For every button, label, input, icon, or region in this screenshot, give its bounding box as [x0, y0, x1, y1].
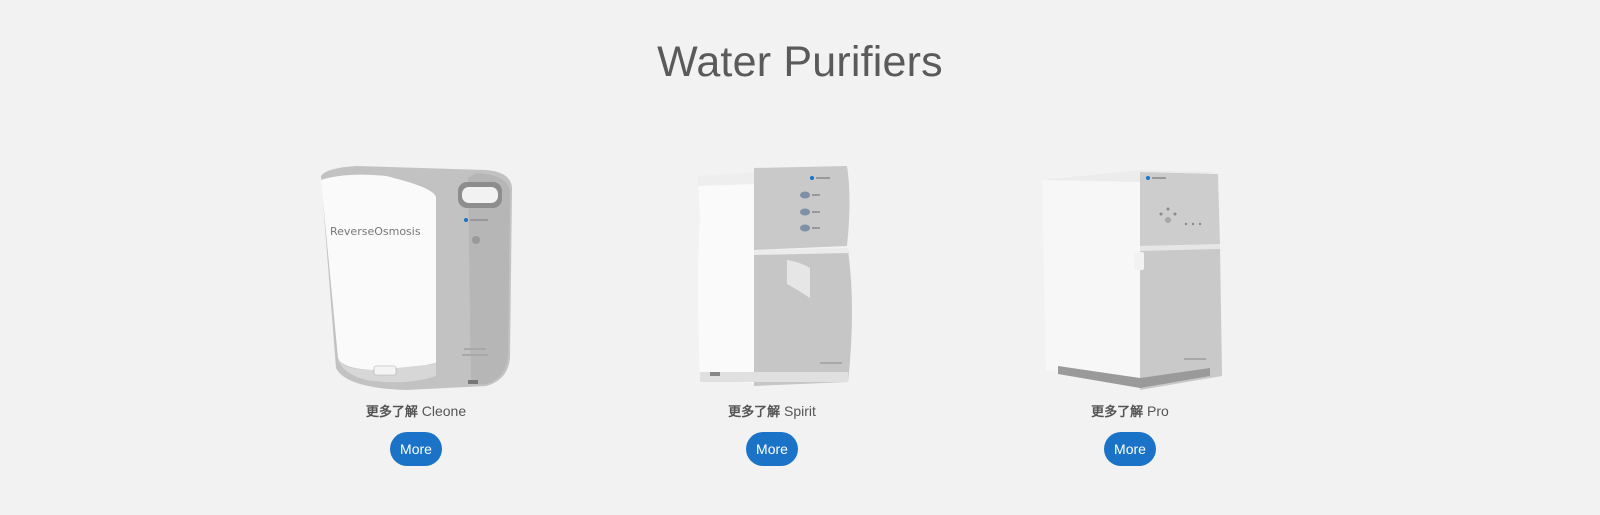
product-name[interactable]: Spirit: [784, 403, 816, 419]
product-card-cleone: ReverseOsmosis 更多了解 Cleone More: [286, 158, 546, 468]
product-caption: 更多了解 Spirit: [642, 401, 902, 420]
spirit-product-image[interactable]: [642, 158, 902, 398]
cleone-device-label: ReverseOsmosis: [330, 225, 421, 238]
pro-product-image[interactable]: [1000, 158, 1260, 398]
caption-prefix[interactable]: 更多了解: [366, 405, 418, 420]
cleone-more-button[interactable]: More: [390, 432, 442, 466]
caption-prefix[interactable]: 更多了解: [728, 405, 780, 420]
product-card-pro: 更多了解 Pro More: [1000, 158, 1260, 468]
product-caption: 更多了解 Cleone: [286, 401, 546, 420]
cleone-product-image[interactable]: ReverseOsmosis: [286, 158, 546, 398]
caption-prefix[interactable]: 更多了解: [1091, 405, 1143, 420]
product-name[interactable]: Cleone: [422, 403, 466, 419]
product-name[interactable]: Pro: [1147, 403, 1169, 419]
pro-more-button[interactable]: More: [1104, 432, 1156, 466]
spirit-more-button[interactable]: More: [746, 432, 798, 466]
page-title: Water Purifiers: [657, 38, 943, 86]
product-caption: 更多了解 Pro: [1000, 401, 1260, 420]
product-card-spirit: 更多了解 Spirit More: [642, 158, 902, 468]
